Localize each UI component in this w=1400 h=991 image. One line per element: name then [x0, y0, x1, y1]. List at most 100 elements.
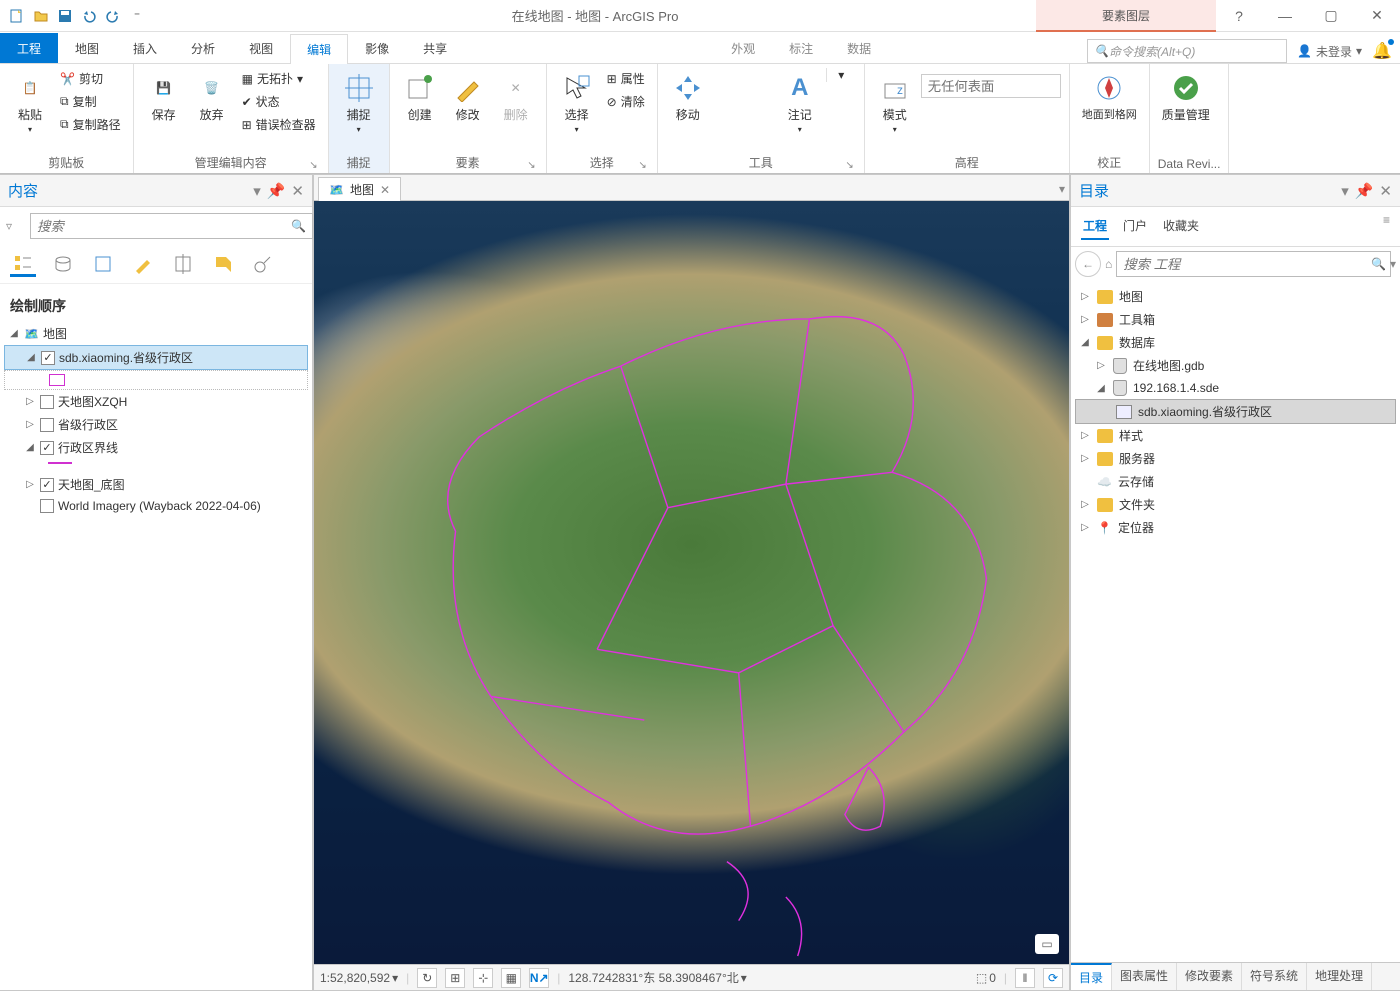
dropdown-icon[interactable]: ▾: [253, 182, 261, 200]
qat-open-icon[interactable]: [32, 7, 50, 25]
map-view-tab[interactable]: 🗺️地图✕: [318, 177, 401, 201]
list-by-drawing-icon[interactable]: [10, 251, 36, 277]
tab-project[interactable]: 工程: [0, 33, 58, 63]
paste-button[interactable]: 📋粘贴▾: [8, 68, 52, 138]
cat-gdb-node[interactable]: ▷在线地图.gdb: [1075, 354, 1396, 377]
catalog-tab-favorites[interactable]: 收藏夹: [1161, 213, 1201, 240]
qat-customize-icon[interactable]: ⁼: [128, 7, 146, 25]
basemap-attribution-icon[interactable]: ▭: [1035, 934, 1059, 954]
tab-imagery[interactable]: 影像: [348, 33, 406, 63]
layer-item[interactable]: ▷World Imagery (Wayback 2022-04-06): [4, 496, 308, 516]
cat-locators-node[interactable]: ▷📍定位器: [1075, 516, 1396, 539]
catalog-tab-project[interactable]: 工程: [1081, 213, 1109, 240]
tab-data[interactable]: 数据: [830, 33, 888, 63]
cat-toolboxes-node[interactable]: ▷工具箱: [1075, 308, 1396, 331]
filter-icon[interactable]: ▿: [6, 219, 26, 233]
list-by-snapping-icon[interactable]: [170, 251, 196, 277]
mode-button[interactable]: z模式▾: [873, 68, 917, 138]
sb-rotation-icon[interactable]: ↻: [417, 968, 437, 988]
pin-icon[interactable]: 📌: [267, 182, 286, 200]
layer-item[interactable]: ◢✓行政区界线: [4, 436, 308, 459]
expander-icon[interactable]: ▷: [24, 479, 36, 490]
launcher-icon[interactable]: ↘: [309, 160, 317, 171]
btab-geoprocessing[interactable]: 地理处理: [1307, 963, 1372, 990]
cat-cloud-node[interactable]: ▷☁️云存储: [1075, 470, 1396, 493]
layer-symbol-row[interactable]: [4, 370, 308, 390]
pause-draw-icon[interactable]: ‖: [1015, 968, 1035, 988]
sb-snap-icon[interactable]: ⊹: [473, 968, 493, 988]
layer-symbol-row[interactable]: [4, 459, 308, 467]
cat-maps-node[interactable]: ▷地图: [1075, 285, 1396, 308]
expander-icon[interactable]: ◢: [25, 352, 37, 363]
attributes-button[interactable]: ⊞属性: [603, 68, 649, 89]
cat-folders-node[interactable]: ▷文件夹: [1075, 493, 1396, 516]
help-button[interactable]: ?: [1216, 0, 1262, 32]
sb-dynamic-icon[interactable]: N↗: [529, 968, 549, 988]
coordinates-display[interactable]: 128.7242831°东 58.3908467°北 ▾: [568, 969, 746, 986]
btab-chartprops[interactable]: 图表属性: [1112, 963, 1177, 990]
layer-item[interactable]: ▷✓天地图_底图: [4, 473, 308, 496]
cat-styles-node[interactable]: ▷样式: [1075, 424, 1396, 447]
errors-button[interactable]: ⊞错误检查器: [238, 114, 320, 135]
list-by-labeling-icon[interactable]: [210, 251, 236, 277]
tab-edit[interactable]: 编辑: [290, 34, 348, 64]
expander-icon[interactable]: ▷: [24, 419, 36, 430]
expander-icon[interactable]: ▷: [24, 396, 36, 407]
launcher-icon[interactable]: ↘: [845, 160, 853, 171]
cat-featureclass-node[interactable]: sdb.xiaoming.省级行政区: [1075, 399, 1396, 424]
status-button[interactable]: ✔状态: [238, 91, 320, 112]
create-button[interactable]: 创建: [398, 68, 442, 127]
catalog-menu-icon[interactable]: ≡: [1383, 213, 1390, 240]
sb-constraint-icon[interactable]: ⊞: [445, 968, 465, 988]
home-icon[interactable]: ⌂: [1105, 257, 1112, 271]
scale-display[interactable]: 1:52,820,592 ▾: [320, 971, 398, 985]
expander-icon[interactable]: ◢: [8, 328, 20, 339]
view-menu-icon[interactable]: ▾: [1055, 178, 1069, 200]
tab-analysis[interactable]: 分析: [174, 33, 232, 63]
discard-edits-button[interactable]: 🗑️放弃: [190, 68, 234, 127]
dropdown-icon[interactable]: ▾: [1341, 182, 1349, 200]
btab-symbology[interactable]: 符号系统: [1242, 963, 1307, 990]
cat-sde-node[interactable]: ◢192.168.1.4.sde: [1075, 377, 1396, 399]
qa-button[interactable]: 质量管理: [1158, 68, 1214, 127]
cat-servers-node[interactable]: ▷服务器: [1075, 447, 1396, 470]
qat-redo-icon[interactable]: [104, 7, 122, 25]
refresh-icon[interactable]: ⟳: [1043, 968, 1063, 988]
command-search-input[interactable]: 🔍 命令搜索(Alt+Q): [1087, 39, 1287, 63]
surface-input[interactable]: [921, 74, 1061, 98]
list-by-perception-icon[interactable]: [250, 251, 276, 277]
catalog-search-menu-icon[interactable]: ▾: [1390, 257, 1396, 271]
layer-checkbox[interactable]: ✓: [41, 351, 55, 365]
copy-button[interactable]: ⧉复制: [56, 91, 125, 112]
close-icon[interactable]: ✕: [380, 183, 390, 197]
list-by-editing-icon[interactable]: [130, 251, 156, 277]
topology-dropdown[interactable]: ▦无拓扑 ▾: [238, 68, 320, 89]
qat-save-icon[interactable]: [56, 7, 74, 25]
map-canvas[interactable]: ▭: [314, 201, 1069, 964]
close-button[interactable]: ✕: [1354, 0, 1400, 32]
search-icon[interactable]: 🔍: [1371, 257, 1386, 271]
layer-item[interactable]: ◢✓sdb.xiaoming.省级行政区: [4, 345, 308, 370]
catalog-tab-portal[interactable]: 门户: [1121, 213, 1149, 240]
launcher-icon[interactable]: ↘: [527, 160, 535, 171]
tab-appearance[interactable]: 外观: [714, 33, 772, 63]
delete-button[interactable]: ✕删除: [494, 68, 538, 127]
maximize-button[interactable]: ▢: [1308, 0, 1354, 32]
sb-grid-icon[interactable]: ▦: [501, 968, 521, 988]
qat-new-icon[interactable]: [8, 7, 26, 25]
list-by-selection-icon[interactable]: [90, 251, 116, 277]
ground2grid-button[interactable]: 地面到格网: [1078, 68, 1141, 126]
list-by-source-icon[interactable]: [50, 251, 76, 277]
btab-modify[interactable]: 修改要素: [1177, 963, 1242, 990]
clear-button[interactable]: ⊘清除: [603, 91, 649, 112]
tab-insert[interactable]: 插入: [116, 33, 174, 63]
pin-icon[interactable]: 📌: [1355, 182, 1374, 200]
cat-databases-node[interactable]: ◢数据库: [1075, 331, 1396, 354]
layer-checkbox[interactable]: [40, 395, 54, 409]
layer-checkbox[interactable]: [40, 499, 54, 513]
layer-checkbox[interactable]: ✓: [40, 478, 54, 492]
expander-icon[interactable]: ◢: [24, 442, 36, 453]
layer-checkbox[interactable]: ✓: [40, 441, 54, 455]
login-button[interactable]: 👤未登录 ▾: [1297, 43, 1362, 60]
close-icon[interactable]: ✕: [1379, 182, 1392, 200]
